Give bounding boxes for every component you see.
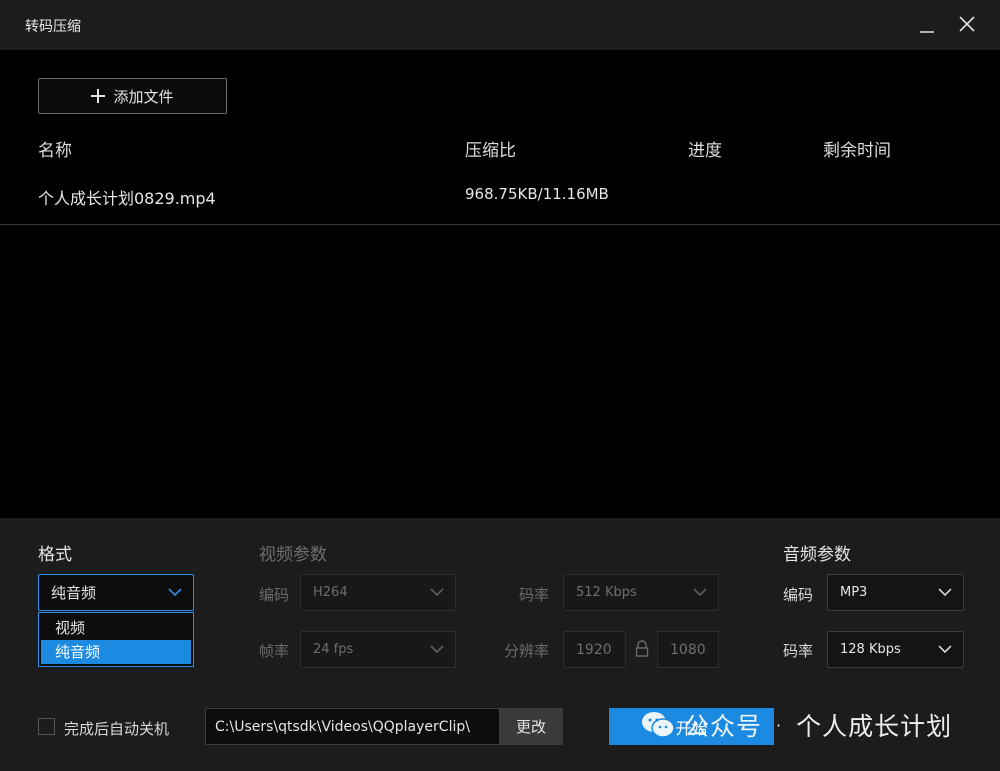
format-title: 格式 — [38, 545, 72, 565]
minimize-button[interactable] — [915, 12, 939, 36]
add-file-label: 添加文件 — [113, 87, 174, 106]
audio-codec-label: 编码 — [783, 586, 814, 604]
change-path-button[interactable]: 更改 — [499, 708, 563, 745]
chevron-down-icon — [168, 588, 182, 597]
audio-codec-select[interactable]: MP3 — [827, 574, 964, 611]
column-header-remaining: 剩余时间 — [823, 141, 891, 161]
format-option-audio[interactable]: 纯音频 — [41, 640, 191, 664]
watermark-separator: · — [776, 715, 783, 735]
output-path-field[interactable]: C:\Users\qtsdk\Videos\QQplayerClip\ — [205, 708, 500, 745]
video-bitrate-select[interactable]: 512 Kbps — [563, 574, 719, 611]
column-header-progress: 进度 — [688, 141, 722, 161]
window-title: 转码压缩 — [25, 19, 81, 35]
file-ratio-cell: 968.75KB/11.16MB — [465, 185, 609, 203]
file-name-cell[interactable]: 个人成长计划0829.mp4 — [38, 185, 216, 209]
column-header-ratio: 压缩比 — [465, 141, 516, 161]
watermark-right: 个人成长计划 — [796, 712, 953, 741]
audio-bitrate-select[interactable]: 128 Kbps — [827, 631, 964, 668]
audio-bitrate-label: 码率 — [783, 642, 814, 660]
chevron-down-icon — [693, 588, 707, 597]
video-codec-label: 编码 — [259, 586, 290, 604]
chevron-down-icon — [938, 588, 952, 597]
file-list-area: 添加文件 名称 压缩比 进度 剩余时间 个人成长计划0829.mp4 968.7… — [0, 50, 1000, 518]
video-bitrate-label: 码率 — [519, 586, 550, 604]
video-params-title: 视频参数 — [259, 545, 327, 565]
settings-panel: 格式 纯音频 视频 纯音频 视频参数 编码 H264 码率 512 Kbps 帧… — [0, 518, 1000, 771]
resolution-width-input[interactable]: 1920 — [563, 631, 626, 668]
minimize-icon — [920, 31, 934, 33]
title-bar: 转码压缩 — [0, 0, 1000, 50]
format-select[interactable]: 纯音频 — [38, 574, 194, 611]
close-button[interactable] — [955, 12, 979, 36]
column-header-name: 名称 — [38, 141, 72, 161]
resolution-height-input[interactable]: 1080 — [657, 631, 719, 668]
audio-bitrate-value: 128 Kbps — [840, 642, 901, 657]
audio-params-title: 音频参数 — [783, 545, 851, 565]
video-resolution-label: 分辨率 — [504, 642, 550, 660]
video-bitrate-value: 512 Kbps — [576, 585, 637, 600]
close-icon — [959, 16, 975, 32]
watermark-left: 公众号 — [684, 712, 763, 741]
format-selected-value: 纯音频 — [51, 584, 97, 602]
video-fps-value: 24 fps — [313, 642, 354, 657]
audio-codec-value: MP3 — [840, 585, 868, 600]
plus-icon — [91, 89, 106, 103]
add-file-button[interactable]: 添加文件 — [38, 78, 227, 114]
video-codec-select[interactable]: H264 — [300, 574, 456, 611]
chevron-down-icon — [938, 645, 952, 654]
format-dropdown: 视频 纯音频 — [38, 612, 194, 667]
video-fps-label: 帧率 — [259, 642, 290, 660]
wechat-icon — [642, 712, 675, 738]
video-fps-select[interactable]: 24 fps — [300, 631, 456, 668]
row-divider — [0, 224, 1000, 225]
video-codec-value: H264 — [313, 585, 348, 600]
watermark: 公众号 · 个人成长计划 — [640, 707, 952, 743]
format-option-video[interactable]: 视频 — [41, 616, 191, 640]
chevron-down-icon — [430, 645, 444, 654]
chevron-down-icon — [430, 588, 444, 597]
lock-icon[interactable] — [634, 640, 650, 658]
auto-shutdown-checkbox[interactable] — [38, 718, 55, 735]
auto-shutdown-label: 完成后自动关机 — [64, 720, 170, 738]
